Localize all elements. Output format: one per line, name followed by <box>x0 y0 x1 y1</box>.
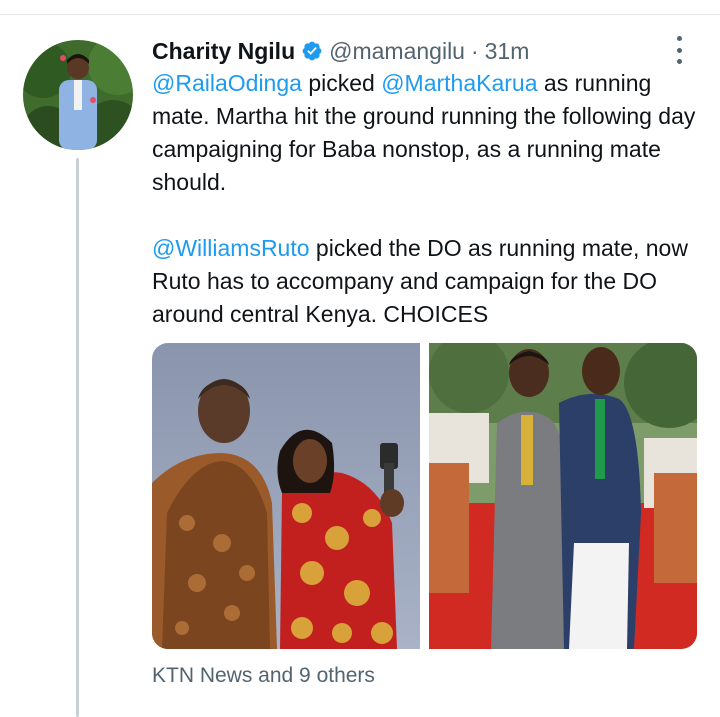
thread-line <box>76 158 79 717</box>
more-options-icon[interactable] <box>671 36 687 64</box>
tweet-paragraph-2: @WilliamsRuto picked the DO as running m… <box>152 232 697 331</box>
more-dot <box>676 47 682 53</box>
tweet-header: Charity Ngilu @mamangilu · 31m <box>152 34 529 68</box>
photo-ruto-gachagua[interactable] <box>428 343 697 649</box>
top-divider <box>0 14 720 15</box>
user-handle[interactable]: @mamangilu <box>329 38 465 65</box>
social-context[interactable]: KTN News and 9 others <box>152 664 375 688</box>
more-dot <box>676 59 682 64</box>
media-grid <box>152 343 697 649</box>
tweet-text: @RailaOdinga picked @MarthaKarua as runn… <box>152 67 697 331</box>
display-name[interactable]: Charity Ngilu <box>152 38 295 65</box>
mention-link[interactable]: @RailaOdinga <box>152 70 302 96</box>
more-dot <box>676 36 682 41</box>
tweet-text-segment: picked <box>301 70 382 96</box>
tweet-paragraph-1: @RailaOdinga picked @MarthaKarua as runn… <box>152 67 697 199</box>
mention-link[interactable]: @MarthaKarua <box>381 70 537 96</box>
mention-link[interactable]: @WilliamsRuto <box>152 235 310 261</box>
tweet-timestamp[interactable]: 31m <box>485 38 530 65</box>
separator-dot: · <box>470 37 479 64</box>
avatar[interactable] <box>23 40 133 150</box>
photo-raila-martha[interactable] <box>152 343 421 649</box>
verified-badge-icon <box>302 41 322 61</box>
